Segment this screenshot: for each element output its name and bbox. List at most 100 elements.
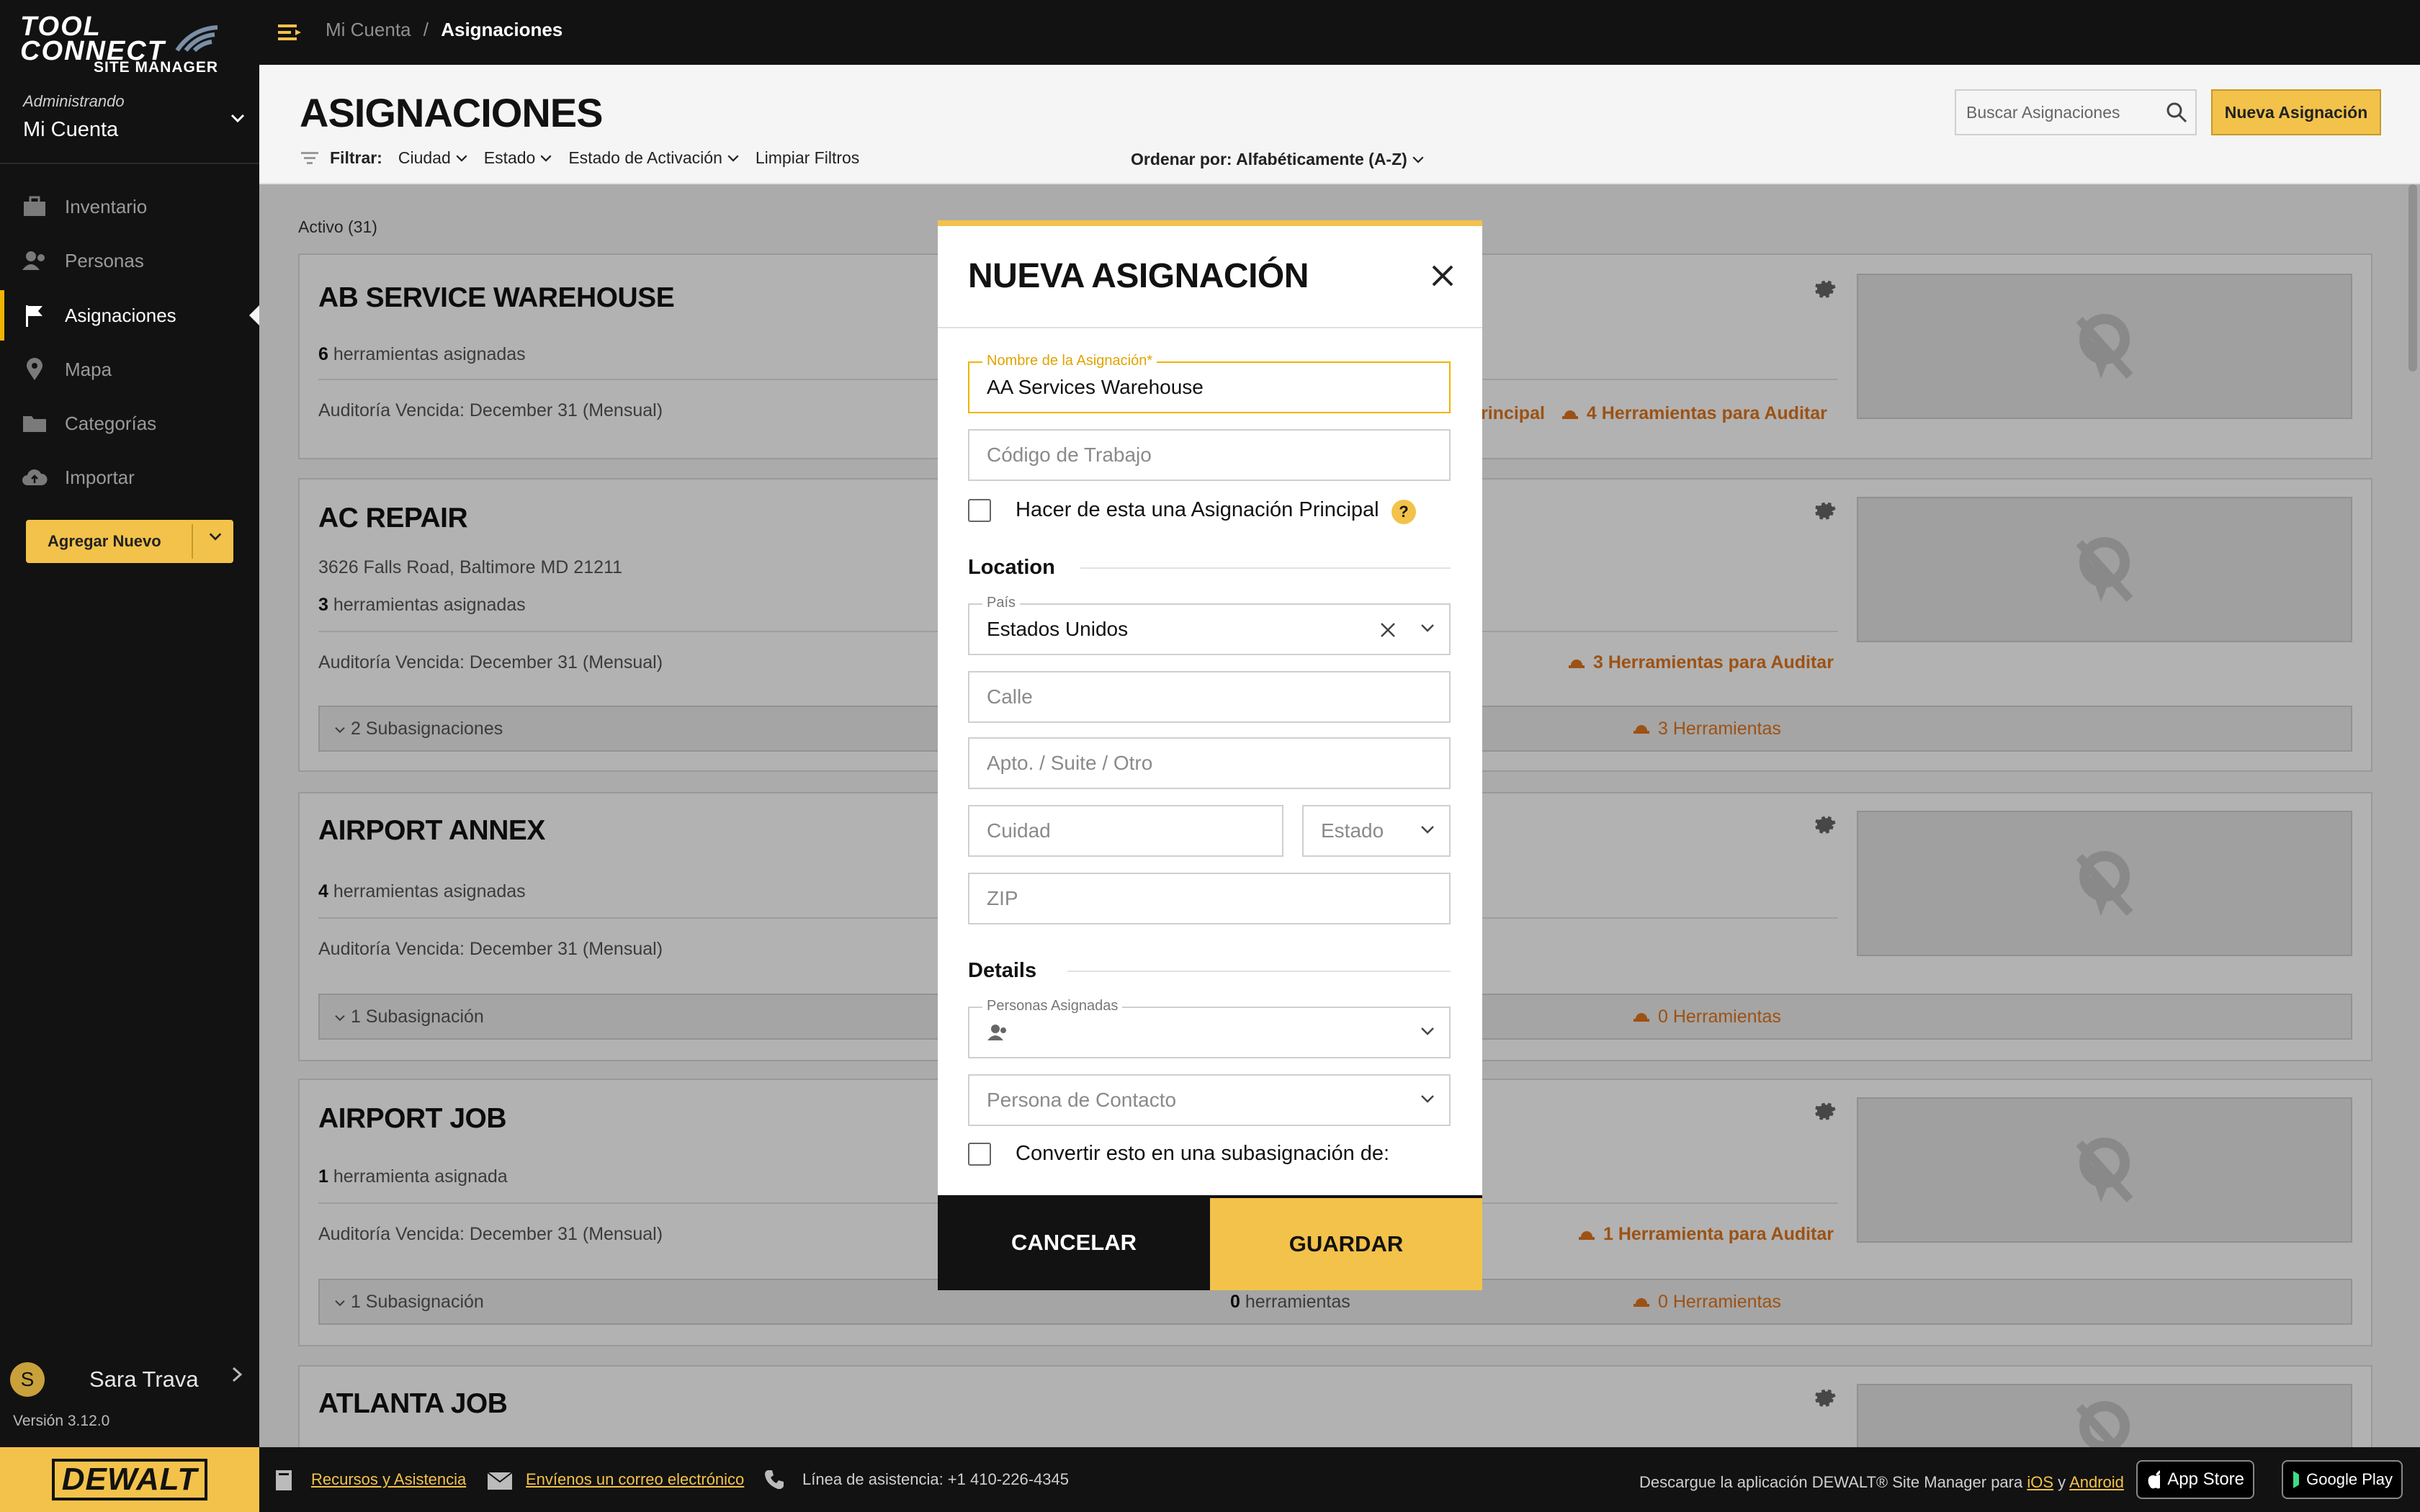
filter-estado-label: Estado: [483, 148, 536, 167]
flag-icon: [22, 302, 48, 328]
phone-support: Línea de asistencia: +1 410-226-4345: [802, 1470, 1070, 1488]
assigned-people-select[interactable]: Personas Asignadas: [968, 998, 1451, 1058]
email-link[interactable]: Envíenos un correo electrónico: [526, 1470, 744, 1489]
active-notch: [249, 305, 259, 325]
filter-bar: Filtrar: Ciudad Estado Estado de Activac…: [300, 148, 875, 168]
breadcrumb-root[interactable]: Mi Cuenta: [326, 19, 411, 40]
assigned-people-label: Personas Asignadas: [982, 998, 1123, 1014]
dialog-title: NUEVA ASIGNACIÓN: [968, 257, 1309, 295]
chevron-down-icon[interactable]: [1419, 821, 1436, 838]
breadcrumb: Mi Cuenta / Asignaciones: [326, 19, 563, 41]
principal-checkbox[interactable]: [968, 498, 991, 522]
contact-person-placeholder: Persona de Contacto: [987, 1089, 1177, 1111]
sidebar: TOOL CONNECT SITE MANAGER Administrando …: [0, 0, 259, 1447]
help-icon[interactable]: ?: [1392, 500, 1416, 524]
add-new-label: Agregar Nuevo: [48, 532, 161, 550]
account-selector[interactable]: Mi Cuenta: [23, 118, 118, 142]
footer: DEWALT Recursos y Asistencia Envíenos un…: [0, 1447, 2420, 1512]
chevron-down-icon[interactable]: [1419, 1022, 1436, 1040]
clear-icon[interactable]: [1379, 621, 1397, 639]
filter-ciudad[interactable]: Ciudad: [398, 148, 468, 168]
chevron-down-icon[interactable]: [207, 528, 223, 544]
page-title: ASIGNACIONES: [300, 90, 603, 135]
sidebar-item-importar[interactable]: Importar: [0, 452, 259, 503]
chevron-down-icon: [1412, 156, 1424, 163]
play-icon: [2293, 1471, 2300, 1488]
sidebar-item-mapa[interactable]: Mapa: [0, 344, 259, 395]
google-play-label: Google Play: [2306, 1470, 2393, 1488]
email-icon: [487, 1472, 513, 1490]
sidebar-item-label: Asignaciones: [65, 304, 176, 326]
tool-connect-logo[interactable]: TOOL CONNECT SITE MANAGER: [20, 13, 222, 76]
sidebar-item-personas[interactable]: Personas: [0, 235, 259, 286]
city-field[interactable]: Cuidad: [968, 805, 1283, 857]
app-version: Versión 3.12.0: [13, 1413, 110, 1429]
country-value: Estados Unidos: [987, 618, 1129, 640]
state-select[interactable]: Estado: [1302, 805, 1451, 857]
resources-link[interactable]: Recursos y Asistencia: [311, 1470, 466, 1489]
user-name: Sara Trava: [89, 1367, 199, 1392]
app-store-badge[interactable]: App Store: [2136, 1460, 2254, 1499]
ios-link[interactable]: iOS: [2027, 1473, 2053, 1491]
subassignment-checkbox-label: Convertir esto en una subasignación de:: [1016, 1142, 1390, 1165]
user-menu[interactable]: S Sara Trava: [10, 1362, 199, 1397]
download-label: Descargue la aplicación DEWALT® Site Man…: [1639, 1473, 2023, 1491]
menu-collapse-icon[interactable]: [277, 22, 302, 43]
filter-estado-activacion-label: Estado de Activación: [568, 148, 722, 167]
page-header: ASIGNACIONES Filtrar: Ciudad Estado Esta…: [259, 65, 2420, 184]
google-play-badge[interactable]: Google Play: [2282, 1460, 2403, 1499]
clear-filters-link[interactable]: Limpiar Filtros: [756, 148, 859, 168]
divider: [1080, 567, 1451, 569]
zip-field[interactable]: ZIP: [968, 873, 1451, 924]
android-link[interactable]: Android: [2069, 1473, 2124, 1491]
street-field[interactable]: Calle: [968, 671, 1451, 723]
principal-checkbox-label: Hacer de esta una Asignación Principal: [1016, 498, 1379, 521]
search-input[interactable]: Buscar Asignaciones: [1955, 89, 2197, 135]
chevron-down-icon[interactable]: [1419, 619, 1436, 636]
download-text: Descargue la aplicación DEWALT® Site Man…: [1639, 1473, 2124, 1492]
sidebar-item-asignaciones[interactable]: Asignaciones: [0, 290, 259, 341]
chevron-down-icon[interactable]: [229, 109, 246, 127]
principal-assignment-option[interactable]: Hacer de esta una Asignación Principal: [968, 498, 1379, 522]
phone-icon: [765, 1470, 784, 1490]
divider: [0, 163, 259, 164]
people-icon: [987, 1025, 1006, 1040]
filter-estado[interactable]: Estado: [484, 148, 553, 168]
country-select[interactable]: País Estados Unidos: [968, 595, 1451, 655]
chevron-down-icon: [456, 154, 467, 162]
sidebar-item-label: Categorías: [65, 412, 157, 434]
filter-estado-activacion[interactable]: Estado de Activación: [568, 148, 740, 168]
assignment-name-field[interactable]: Nombre de la Asignación* AA Services War…: [968, 353, 1451, 413]
save-button[interactable]: GUARDAR: [1210, 1195, 1482, 1290]
cancel-button[interactable]: CANCELAR: [938, 1195, 1210, 1290]
add-new-button[interactable]: Agregar Nuevo: [26, 520, 233, 563]
filter-icon: [301, 151, 318, 164]
close-icon[interactable]: [1430, 264, 1455, 288]
contact-person-select[interactable]: Persona de Contacto: [968, 1074, 1451, 1126]
chevron-down-icon: [540, 154, 552, 162]
sidebar-item-categorias[interactable]: Categorías: [0, 398, 259, 449]
apt-field[interactable]: Apto. / Suite / Otro: [968, 737, 1451, 789]
admin-label: Administrando: [23, 92, 125, 110]
search-icon[interactable]: [2165, 101, 2188, 124]
dewalt-logo[interactable]: DEWALT: [0, 1447, 259, 1512]
brand-name: DEWALT: [51, 1459, 208, 1500]
new-assignment-dialog: NUEVA ASIGNACIÓN Nombre de la Asignación…: [938, 220, 1482, 1290]
dialog-footer: CANCELAR GUARDAR: [938, 1195, 1482, 1290]
subassignment-option[interactable]: Convertir esto en una subasignación de:: [968, 1142, 1389, 1166]
chevron-right-icon[interactable]: [229, 1365, 245, 1384]
country-label: País: [982, 595, 1021, 611]
sidebar-item-inventario[interactable]: Inventario: [0, 181, 259, 232]
sidebar-item-label: Personas: [65, 249, 144, 271]
and-label: y: [2058, 1473, 2066, 1491]
new-assignment-button[interactable]: Nueva Asignación: [2211, 89, 2381, 135]
toolbox-icon: [22, 194, 48, 220]
divider: [192, 524, 193, 559]
job-code-field[interactable]: Código de Trabajo: [968, 429, 1451, 481]
sort-dropdown[interactable]: Ordenar por: Alfabéticamente (A-Z): [1131, 150, 1425, 169]
street-placeholder: Calle: [987, 685, 1033, 708]
state-placeholder: Estado: [1321, 819, 1384, 842]
chevron-down-icon[interactable]: [1419, 1090, 1436, 1107]
folder-icon: [22, 410, 48, 436]
subassignment-checkbox[interactable]: [968, 1142, 991, 1166]
